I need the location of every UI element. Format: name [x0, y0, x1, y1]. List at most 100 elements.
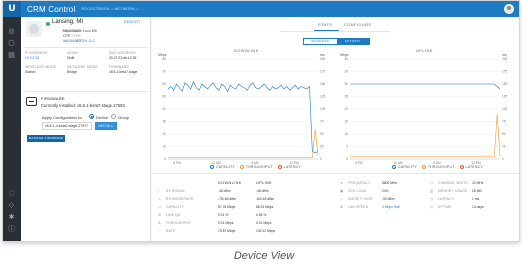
stat-uplink-value: -62/-63 dBm: [256, 197, 275, 201]
stat-label: NOISE FLOOR: [348, 197, 373, 201]
x-tick-label: 6 PM: [173, 161, 181, 165]
y-tick-label: 70: [162, 70, 166, 74]
y-tick-label: 30: [344, 82, 348, 86]
network-mode-cell: NETWORK MODE Bridge: [67, 65, 98, 74]
radio-device-label: Device: [96, 115, 109, 120]
restart-button[interactable]: REBOOT: [124, 20, 141, 24]
cpu-icon: ▣: [340, 189, 344, 193]
legend-capacity[interactable]: CAPACITY: [210, 165, 235, 169]
mac-cell: MAC ADDRESS 00:27:22:ab:12:35: [109, 51, 136, 60]
rate-icon: ◠: [158, 229, 162, 233]
ip-link[interactable]: 10.0.2.30: [25, 56, 47, 60]
y-right-tick-label: 0: [502, 157, 504, 161]
tab-configure[interactable]: CONFIGURE: [344, 22, 372, 27]
firmware-version-select[interactable]: v5.6.1-d-beta2-stage.27977: [42, 122, 92, 130]
info-icon[interactable]: ⓘ: [7, 225, 16, 234]
y-right-tick-label: 200: [320, 57, 326, 61]
network-mode-label: NETWORK MODE: [67, 65, 98, 69]
legend-throughput[interactable]: THROUGHPUT: [421, 165, 455, 169]
lan-speed-link[interactable]: 0 Mbps Half: [382, 205, 400, 209]
firmware-icon[interactable]: ◇: [7, 201, 16, 210]
y-right-tick-label: 175: [320, 70, 326, 74]
y-right-tick-label: 25: [320, 145, 324, 149]
stat-value: -93 dBm: [382, 197, 395, 201]
stat-value: 20 MHz: [472, 181, 484, 185]
firmware-cell: FIRMWARE v5.6.1-beta7-stage: [109, 65, 137, 74]
y-right-tick-label: 175: [502, 70, 508, 74]
stat-label: RX SIGNAL: [166, 189, 186, 193]
y-right-tick-label: 150: [320, 82, 326, 86]
frequency-icon: ≋: [340, 181, 344, 185]
stat-label: LATENCY: [438, 197, 455, 201]
user-avatar[interactable]: [504, 4, 514, 14]
main-panel: STATS CONFIGURE WIRELESS ACTIVITY DOWNLI…: [152, 17, 519, 241]
stat-label: CPU LOAD: [348, 189, 367, 193]
y-tick-label: 20: [162, 132, 166, 136]
wireless-mode-cell: WIRELESS MODE Station: [25, 65, 56, 74]
legend-latency-label: LATENCY: [283, 165, 301, 169]
install-button[interactable]: INSTALL: [95, 122, 117, 130]
toggle-wireless[interactable]: WIRELESS: [304, 39, 337, 44]
map-icon[interactable]: ▤: [7, 51, 16, 60]
radio-group-label: Group: [118, 115, 130, 120]
divider: [25, 47, 147, 48]
stat-downlink-value: 0.01 Mbps: [218, 221, 234, 225]
ubiquiti-logo-icon[interactable]: U: [3, 1, 21, 17]
alerts-icon[interactable]: ◌: [7, 189, 16, 198]
y-right-tick-label: 125: [502, 95, 508, 99]
stat-value: 5800 MHz: [382, 181, 398, 185]
toggle-activity[interactable]: ACTIVITY: [336, 39, 369, 44]
stat-downlink-value: -48 dBm: [218, 189, 231, 193]
y-tick-label: 30: [162, 120, 166, 124]
stat-label: FREQUENCY: [348, 181, 371, 185]
devices-icon[interactable]: ▢: [7, 39, 16, 48]
downlink-legend: CAPACITY THROUGHPUT LATENCY: [210, 165, 301, 169]
throughput-icon: ⇅: [158, 221, 162, 225]
y-right-tick-label: 125: [320, 95, 326, 99]
firmware-current: Currently Installed: v5.6.1-beta7-stage.…: [41, 103, 125, 108]
legend-throughput[interactable]: THROUGHPUT: [239, 165, 273, 169]
y-right-tick-label: 50: [320, 132, 324, 136]
stats-downlink-head: DOWNLINK: [218, 181, 242, 185]
stat-uplink-value: 130.12 Mbps: [256, 229, 276, 233]
breadcrumb[interactable]: ROCKETBOOK • NETWORK • ...: [81, 7, 143, 11]
y-tick-label: 10: [344, 132, 348, 136]
channel-icon: ↔: [430, 181, 434, 185]
throughput-swatch-icon: [239, 165, 244, 169]
stat-value: 1 ms: [472, 197, 480, 201]
stats-uplink-head: UPLINK: [256, 181, 273, 185]
ip-cell: IP ADDRESS 10.0.2.30: [25, 51, 47, 60]
uplink-chart: Mbps ms0 05 2510 5015 7520 10025 12530 15035 1754…: [340, 53, 508, 165]
stat-label: UPTIME: [438, 205, 452, 209]
y-tick-label: 60: [162, 82, 166, 86]
capacity-icon: ▭: [158, 205, 162, 209]
stat-uplink-value: 0.58 %: [256, 213, 267, 217]
dashboard-icon[interactable]: ◎: [7, 27, 16, 36]
y-right-tick-label: 100: [502, 107, 508, 111]
settings-icon[interactable]: ✱: [7, 213, 16, 222]
legend-capacity[interactable]: CAPACITY: [392, 165, 417, 169]
figure-caption: Device View: [233, 250, 295, 262]
ap-link[interactable]: WASHINGTON, D.C.: [63, 39, 96, 43]
status-online-icon: [46, 22, 50, 26]
legend-latency[interactable]: LATENCY: [459, 165, 483, 169]
manage-firmware-button[interactable]: MANAGE FIRMWARE: [27, 135, 65, 142]
y-right-tick-label: 25: [502, 145, 506, 149]
divider: [25, 91, 147, 92]
wireless-mode-value: Station: [25, 70, 36, 74]
stats-divider: [152, 173, 519, 174]
stat-downlink-value: 79.87 Mbps: [218, 229, 236, 233]
radio-device[interactable]: [89, 114, 94, 119]
latency-swatch-icon: [277, 165, 282, 169]
y-tick-label: 10: [162, 145, 166, 149]
view-toggle: WIRELESS ACTIVITY: [303, 38, 370, 45]
stat-label: LAN SPEED: [348, 205, 369, 209]
uptime-icon: ◴: [430, 205, 434, 209]
y-right-tick-label: 100: [320, 107, 326, 111]
tab-stats[interactable]: STATS: [318, 22, 332, 27]
stat-label: CHANNEL WIDTH: [438, 181, 468, 185]
stat-label: LINK QA: [166, 213, 181, 217]
memory-icon: ▥: [430, 189, 434, 193]
legend-latency[interactable]: LATENCY: [277, 165, 301, 169]
radio-group[interactable]: [111, 114, 116, 119]
